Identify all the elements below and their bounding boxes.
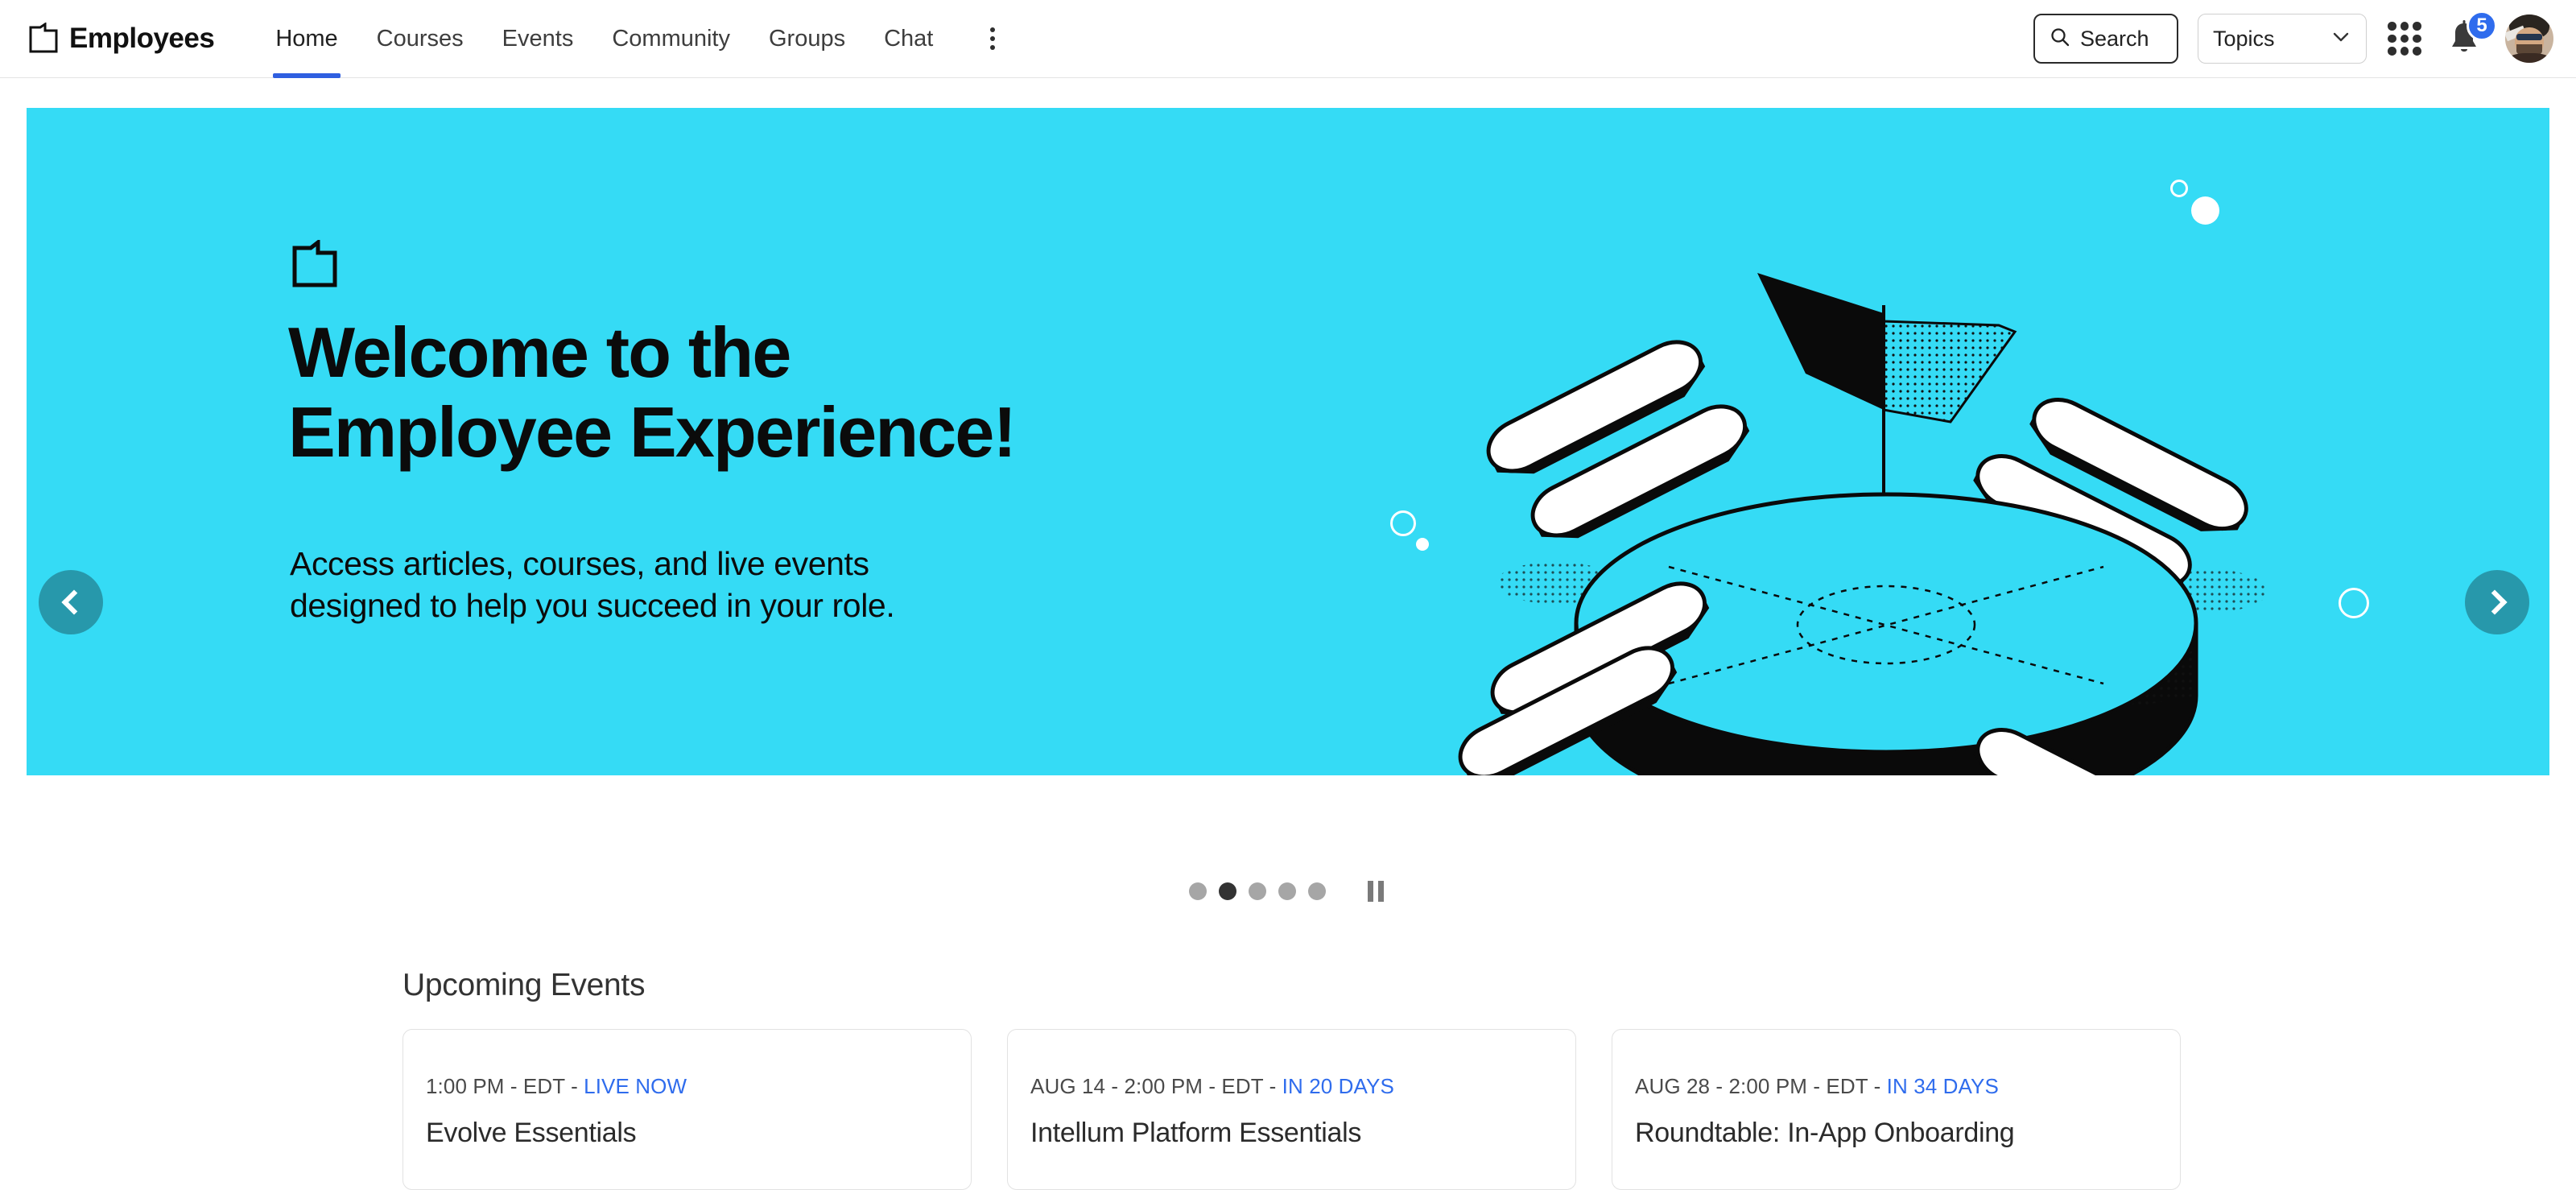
decorative-circle-outline xyxy=(2339,588,2369,618)
nav-label: Chat xyxy=(884,25,934,52)
brand-logo[interactable]: Employees xyxy=(27,22,215,55)
carousel-dot-3[interactable] xyxy=(1248,882,1266,900)
kebab-menu-icon[interactable] xyxy=(970,16,1015,61)
carousel-dot-4[interactable] xyxy=(1278,882,1296,900)
decorative-circle-filled xyxy=(2191,196,2219,225)
event-meta: 1:00 PM - EDT - LIVE NOW xyxy=(426,1074,948,1099)
carousel-prev-button[interactable] xyxy=(39,570,103,634)
nav-item-home[interactable]: Home xyxy=(256,0,357,78)
top-header: Employees Home Courses Events Community … xyxy=(0,0,2576,78)
nav-item-community[interactable]: Community xyxy=(592,0,749,78)
decorative-circle-filled xyxy=(1416,538,1429,551)
upcoming-events-list: 1:00 PM - EDT - LIVE NOW Evolve Essentia… xyxy=(402,1029,2181,1190)
hero-title: Welcome to the Employee Experience! xyxy=(288,312,1415,472)
chevron-down-icon xyxy=(2330,27,2351,52)
event-meta: AUG 28 - 2:00 PM - EDT - IN 34 DAYS xyxy=(1635,1074,2157,1099)
decorative-circle-outline xyxy=(2170,180,2188,197)
nav-label: Groups xyxy=(769,25,846,52)
hero-title-line-1: Welcome to the xyxy=(288,312,791,392)
carousel-dot-2[interactable] xyxy=(1218,882,1236,900)
page-corner-logo-icon xyxy=(27,22,60,55)
page-corner-logo-icon xyxy=(290,238,340,290)
carousel-pause-button[interactable] xyxy=(1364,879,1388,903)
event-card[interactable]: AUG 14 - 2:00 PM - EDT - IN 20 DAYS Inte… xyxy=(1007,1029,1576,1190)
hero-subtitle-line-2: designed to help you succeed in your rol… xyxy=(290,587,895,625)
nav-label: Community xyxy=(612,25,730,52)
event-status-badge: IN 20 DAYS xyxy=(1282,1074,1394,1098)
event-title: Intellum Platform Essentials xyxy=(1030,1118,1362,1148)
hero-title-line-2: Employee Experience! xyxy=(288,391,1017,472)
notification-count-badge: 5 xyxy=(2467,10,2497,41)
nav-label: Events xyxy=(502,25,574,52)
main-navigation: Home Courses Events Community Groups Cha… xyxy=(256,0,1015,78)
nav-item-chat[interactable]: Chat xyxy=(865,0,952,78)
search-label: Search xyxy=(2080,26,2149,51)
apps-grid-icon[interactable] xyxy=(2386,20,2423,57)
carousel-next-button[interactable] xyxy=(2465,570,2529,634)
event-title: Evolve Essentials xyxy=(426,1118,637,1148)
event-status-badge: LIVE NOW xyxy=(584,1074,687,1098)
hero-subtitle-line-1: Access articles, courses, and live event… xyxy=(290,545,869,582)
event-card[interactable]: AUG 28 - 2:00 PM - EDT - IN 34 DAYS Roun… xyxy=(1612,1029,2181,1190)
event-meta-time: 1:00 PM - EDT - xyxy=(426,1074,584,1098)
carousel-controls xyxy=(0,879,2576,903)
nav-label: Courses xyxy=(376,25,464,52)
nav-label: Home xyxy=(275,25,338,52)
hero-illustration xyxy=(1435,245,2321,775)
decorative-circle-outline xyxy=(1390,510,1416,536)
nav-item-groups[interactable]: Groups xyxy=(749,0,865,78)
notifications-button[interactable]: 5 xyxy=(2442,10,2497,60)
brand-name: Employees xyxy=(69,23,215,54)
topics-dropdown[interactable]: Topics xyxy=(2198,14,2367,64)
carousel-dot-5[interactable] xyxy=(1307,882,1326,900)
search-icon xyxy=(2050,27,2070,52)
carousel-dot-1[interactable] xyxy=(1188,882,1207,900)
header-actions: Search Topics 5 xyxy=(2033,10,2553,64)
hero-subtitle: Access articles, courses, and live event… xyxy=(290,543,1296,627)
avatar[interactable] xyxy=(2505,14,2553,63)
search-button[interactable]: Search xyxy=(2033,14,2178,64)
event-meta: AUG 14 - 2:00 PM - EDT - IN 20 DAYS xyxy=(1030,1074,1553,1099)
chevron-left-icon xyxy=(60,589,87,615)
hero-banner: Welcome to the Employee Experience! Acce… xyxy=(27,108,2549,775)
event-status-badge: IN 34 DAYS xyxy=(1886,1074,1999,1098)
event-meta-time: AUG 14 - 2:00 PM - EDT - xyxy=(1030,1074,1282,1098)
nav-item-events[interactable]: Events xyxy=(483,0,593,78)
upcoming-events-heading: Upcoming Events xyxy=(402,968,646,1002)
event-title: Roundtable: In-App Onboarding xyxy=(1635,1118,2015,1148)
topics-label: Topics xyxy=(2213,26,2275,51)
chevron-right-icon xyxy=(2481,589,2508,615)
event-meta-time: AUG 28 - 2:00 PM - EDT - xyxy=(1635,1074,1887,1098)
nav-item-courses[interactable]: Courses xyxy=(357,0,483,78)
bell-icon xyxy=(2442,20,2486,64)
event-card[interactable]: 1:00 PM - EDT - LIVE NOW Evolve Essentia… xyxy=(402,1029,972,1190)
